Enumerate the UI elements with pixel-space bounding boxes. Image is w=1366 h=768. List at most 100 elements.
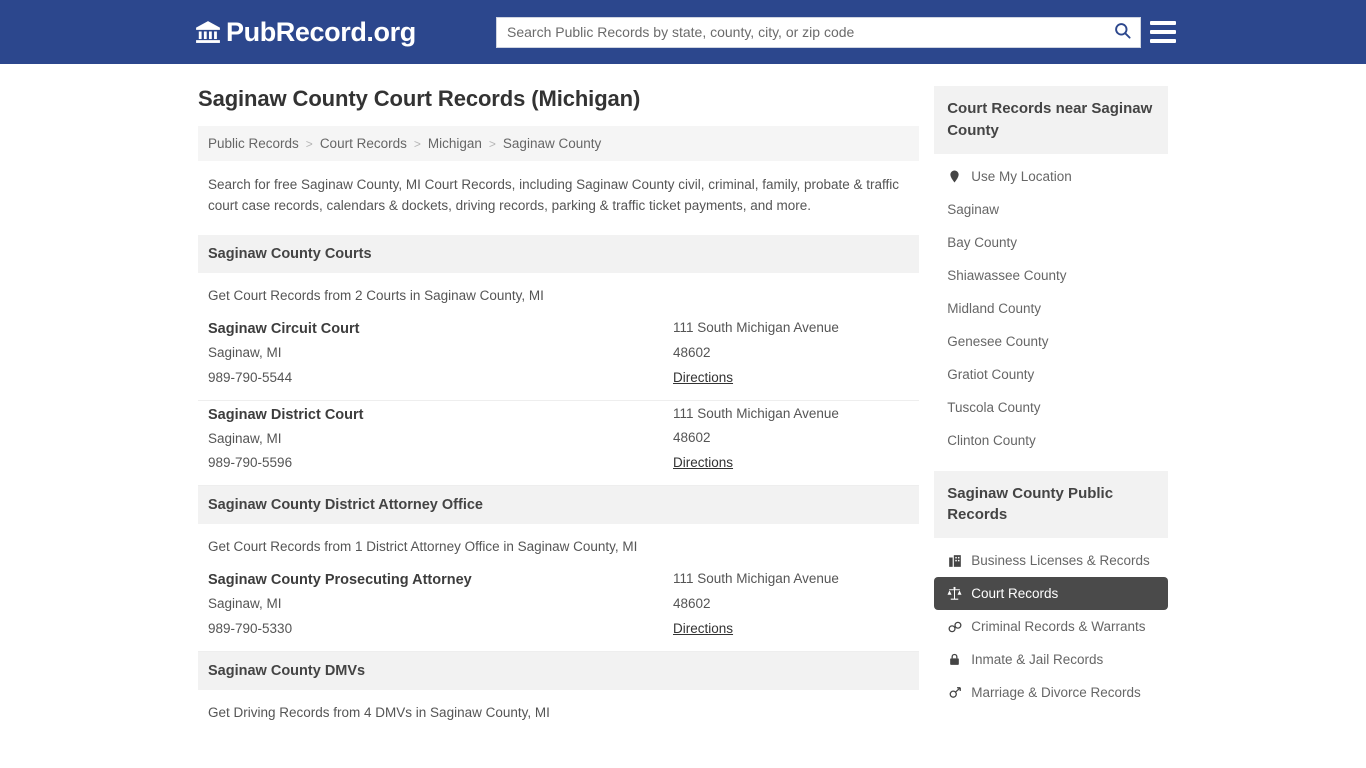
sidebar-public-records-list: Business Licenses & Records Court Record… bbox=[934, 538, 1168, 709]
logo-text: PubRecord.org bbox=[226, 16, 416, 47]
section-header: Saginaw County District Attorney Office bbox=[198, 486, 920, 525]
listing-left-column: Saginaw County Prosecuting Attorney Sagi… bbox=[208, 572, 673, 637]
sidebar-public-records-header: Saginaw County Public Records bbox=[934, 470, 1168, 538]
sidebar: Court Records near Saginaw County Use My… bbox=[934, 86, 1168, 732]
search-icon bbox=[1113, 21, 1132, 43]
sidebar-item-label: Criminal Records & Warrants bbox=[971, 619, 1146, 634]
directions-link[interactable]: Directions bbox=[673, 621, 733, 636]
listing-row: Saginaw Circuit Court Saginaw, MI 989-79… bbox=[198, 315, 920, 401]
listing-city-state: Saginaw, MI bbox=[208, 596, 282, 612]
breadcrumb-item-public-records[interactable]: Public Records bbox=[208, 136, 299, 151]
hamburger-bar bbox=[1150, 30, 1176, 34]
section-saginaw-county-courts: Saginaw County Courts Get Court Records … bbox=[198, 234, 920, 487]
search-button[interactable] bbox=[1104, 18, 1140, 47]
sidebar-item-label: Tuscola County bbox=[947, 399, 1041, 415]
directions-link[interactable]: Directions bbox=[673, 455, 733, 470]
listing-phone: 989-790-5596 bbox=[208, 455, 293, 471]
sidebar-item-business-licenses[interactable]: Business Licenses & Records bbox=[934, 544, 1168, 577]
listing-address: 111 South Michigan Avenue bbox=[673, 405, 839, 421]
section-saginaw-county-dmvs: Saginaw County DMVs Get Driving Records … bbox=[198, 651, 920, 732]
listing-right-column: 111 South Michigan Avenue 48602 Directio… bbox=[673, 571, 909, 637]
main-content: Saginaw County Court Records (Michigan) … bbox=[198, 86, 920, 732]
breadcrumb-separator-icon: > bbox=[413, 136, 421, 151]
hamburger-bar bbox=[1150, 39, 1176, 43]
section-header: Saginaw County DMVs bbox=[198, 651, 920, 690]
sidebar-item-label: Marriage & Divorce Records bbox=[971, 685, 1141, 700]
breadcrumb-item-court-records[interactable]: Court Records bbox=[320, 136, 407, 151]
search-input[interactable] bbox=[497, 17, 1104, 47]
sidebar-item-label: Midland County bbox=[947, 300, 1042, 316]
sidebar-item-label: Inmate & Jail Records bbox=[971, 652, 1104, 667]
listing-city-state: Saginaw, MI bbox=[208, 344, 282, 360]
sidebar-item-label: Business Licenses & Records bbox=[971, 553, 1150, 568]
listing-phone: 989-790-5330 bbox=[208, 621, 293, 637]
listing-name[interactable]: Saginaw District Court bbox=[208, 407, 673, 423]
sidebar-divider bbox=[934, 457, 1168, 471]
sidebar-item-genesee-county[interactable]: Genesee County bbox=[934, 325, 1168, 358]
listing-name[interactable]: Saginaw Circuit Court bbox=[208, 321, 673, 337]
listing-left-column: Saginaw District Court Saginaw, MI 989-7… bbox=[208, 407, 673, 472]
hamburger-bar bbox=[1150, 21, 1176, 25]
page-intro-text: Search for free Saginaw County, MI Court… bbox=[208, 177, 900, 213]
sidebar-item-court-records[interactable]: Court Records bbox=[934, 577, 1168, 610]
section-subtitle: Get Court Records from 1 District Attorn… bbox=[208, 539, 638, 555]
listing-address: 111 South Michigan Avenue bbox=[673, 319, 839, 335]
sidebar-item-label: Clinton County bbox=[947, 432, 1036, 448]
sidebar-item-label: Court Records bbox=[971, 586, 1059, 601]
sidebar-nearby-list: Use My Location Saginaw Bay County Shiaw… bbox=[934, 154, 1168, 457]
search-bar bbox=[496, 16, 1141, 48]
breadcrumb-separator-icon: > bbox=[305, 136, 313, 151]
sidebar-item-tuscola-county[interactable]: Tuscola County bbox=[934, 391, 1168, 424]
listing-zip: 48602 bbox=[673, 596, 711, 612]
listing-right-column: 111 South Michigan Avenue 48602 Directio… bbox=[673, 405, 909, 472]
listing-phone: 989-790-5544 bbox=[208, 369, 293, 385]
listing-address: 111 South Michigan Avenue bbox=[673, 571, 839, 587]
sidebar-item-label: Use My Location bbox=[971, 168, 1072, 184]
section-district-attorney-office: Saginaw County District Attorney Office … bbox=[198, 486, 920, 652]
site-header: PubRecord.org bbox=[0, 0, 1366, 64]
business-building-icon bbox=[947, 553, 962, 568]
sidebar-item-label: Saginaw bbox=[947, 201, 1000, 217]
listing-row: Saginaw District Court Saginaw, MI 989-7… bbox=[198, 401, 920, 487]
breadcrumb-separator-icon: > bbox=[488, 136, 496, 151]
section-header: Saginaw County Courts bbox=[198, 234, 920, 273]
sidebar-item-use-my-location[interactable]: Use My Location bbox=[934, 160, 1168, 193]
sidebar-nearby-header: Court Records near Saginaw County bbox=[934, 86, 1168, 154]
listing-zip: 48602 bbox=[673, 344, 711, 360]
handcuffs-icon bbox=[947, 619, 962, 634]
sidebar-item-inmate-jail-records[interactable]: Inmate & Jail Records bbox=[934, 643, 1168, 676]
sidebar-item-marriage-divorce-records[interactable]: Marriage & Divorce Records bbox=[934, 676, 1168, 709]
lock-icon bbox=[947, 652, 962, 667]
hamburger-menu-icon[interactable] bbox=[1150, 21, 1176, 43]
listing-city-state: Saginaw, MI bbox=[208, 430, 282, 446]
breadcrumb-item-saginaw-county[interactable]: Saginaw County bbox=[503, 136, 601, 151]
breadcrumb: Public Records > Court Records > Michiga… bbox=[198, 126, 920, 161]
sidebar-item-clinton-county[interactable]: Clinton County bbox=[934, 424, 1168, 457]
directions-link[interactable]: Directions bbox=[673, 370, 733, 385]
page-title: Saginaw County Court Records (Michigan) bbox=[198, 86, 641, 111]
listing-zip: 48602 bbox=[673, 430, 711, 446]
breadcrumb-item-michigan[interactable]: Michigan bbox=[428, 136, 482, 151]
sidebar-item-bay-county[interactable]: Bay County bbox=[934, 226, 1168, 259]
sidebar-item-shiawassee-county[interactable]: Shiawassee County bbox=[934, 259, 1168, 292]
listing-right-column: 111 South Michigan Avenue 48602 Directio… bbox=[673, 319, 909, 386]
section-subtitle: Get Driving Records from 4 DMVs in Sagin… bbox=[208, 704, 550, 720]
gender-symbols-icon bbox=[947, 685, 962, 700]
listing-left-column: Saginaw Circuit Court Saginaw, MI 989-79… bbox=[208, 321, 673, 386]
bank-building-icon bbox=[195, 19, 221, 45]
listing-name[interactable]: Saginaw County Prosecuting Attorney bbox=[208, 572, 673, 588]
sidebar-item-label: Bay County bbox=[947, 234, 1018, 250]
sidebar-item-label: Genesee County bbox=[947, 333, 1049, 349]
sidebar-item-label: Shiawassee County bbox=[947, 267, 1067, 283]
sidebar-item-criminal-records[interactable]: Criminal Records & Warrants bbox=[934, 610, 1168, 643]
scales-of-justice-icon bbox=[947, 586, 962, 601]
listing-row: Saginaw County Prosecuting Attorney Sagi… bbox=[198, 566, 920, 652]
map-pin-icon bbox=[947, 169, 962, 184]
sidebar-item-label: Gratiot County bbox=[947, 366, 1035, 382]
sidebar-item-gratiot-county[interactable]: Gratiot County bbox=[934, 358, 1168, 391]
site-logo[interactable]: PubRecord.org bbox=[195, 16, 416, 47]
section-subtitle: Get Court Records from 2 Courts in Sagin… bbox=[208, 287, 544, 303]
sidebar-item-midland-county[interactable]: Midland County bbox=[934, 292, 1168, 325]
sidebar-item-saginaw[interactable]: Saginaw bbox=[934, 193, 1168, 226]
page-body: Saginaw County Court Records (Michigan) … bbox=[0, 64, 1366, 732]
